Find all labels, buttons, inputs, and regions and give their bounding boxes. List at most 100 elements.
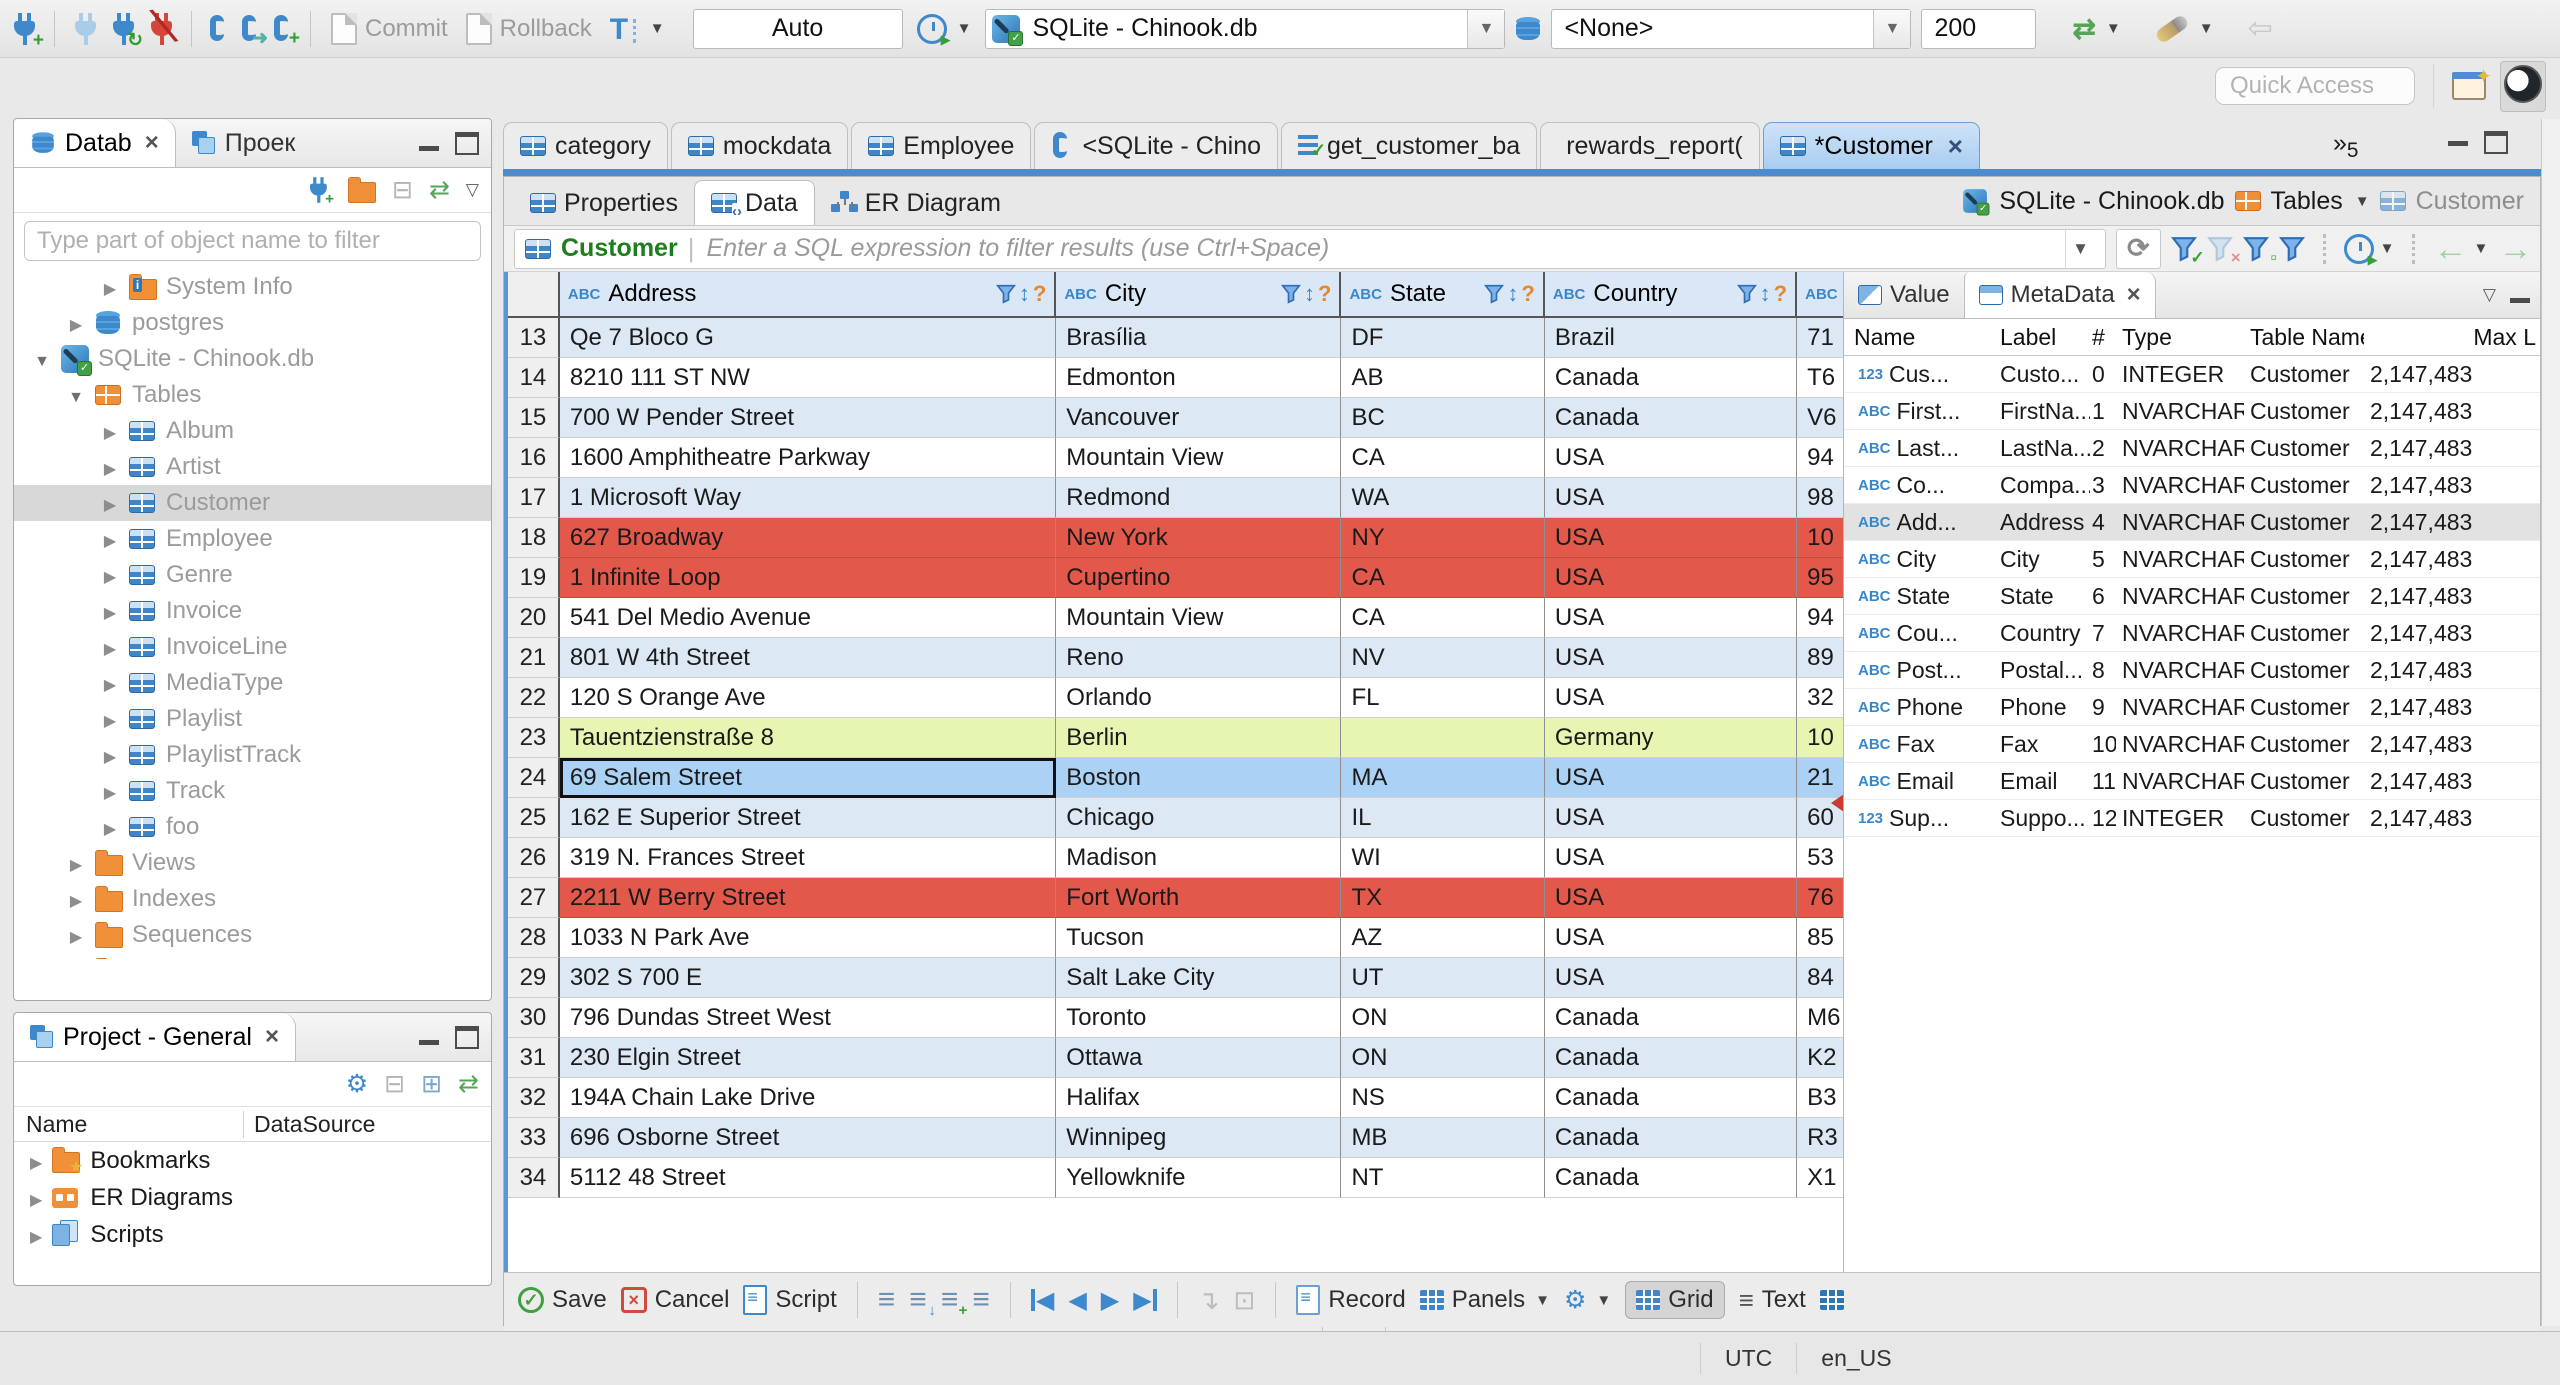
metadata-row[interactable]: ABC State State 6 NVARCHAR Customer 2,147… (1844, 578, 2540, 615)
collapse-all-icon[interactable]: ⊟ (392, 175, 413, 205)
compare-button[interactable]: ▼ (2151, 13, 2218, 44)
fetch-add-rows-icon[interactable]: ≡ + (941, 1285, 968, 1319)
open-sql-script-icon[interactable]: ➜ (240, 14, 268, 48)
cell-country[interactable]: Brazil (1544, 318, 1798, 358)
cell-state[interactable]: ON (1341, 1038, 1545, 1078)
cell-address[interactable]: Tauentzienstraße 8 (559, 718, 1057, 758)
cell-postal[interactable]: 53 (1797, 838, 1844, 878)
link-with-editor-icon[interactable]: ⇄ (458, 1069, 479, 1099)
remove-filter-button[interactable]: × (2206, 236, 2241, 267)
first-row-button[interactable]: ◀ (1031, 1286, 1054, 1315)
cell-number[interactable]: 6 (2090, 583, 2116, 610)
cell-country[interactable]: USA (1544, 838, 1798, 878)
cell-country[interactable]: Canada (1544, 1038, 1798, 1078)
row-number[interactable]: 29 (508, 958, 560, 998)
dbeaver-perspective-button[interactable] (2500, 60, 2546, 112)
cell-number[interactable]: 2 (2090, 435, 2116, 462)
cell-city[interactable]: Winnipeg (1056, 1118, 1342, 1158)
window-scrollbar[interactable] (2541, 119, 2560, 1326)
cell-table-name[interactable]: Customer (2244, 694, 2364, 721)
maximize-icon[interactable] (2484, 131, 2508, 154)
cell-max-length[interactable]: 2,147,483 (2364, 805, 2540, 832)
tree-item[interactable]: Invoice (14, 593, 491, 629)
column-header-state[interactable]: ABC State ↕? (1341, 272, 1545, 316)
row-number[interactable]: 18 (508, 518, 560, 558)
tab-project-general[interactable]: Project - General × (14, 1013, 296, 1061)
nav-back-button[interactable]: ← ▼ (2433, 232, 2488, 266)
expander-icon[interactable] (100, 561, 120, 589)
row-number[interactable]: 34 (508, 1158, 560, 1198)
cell-max-length[interactable]: 2,147,483 (2364, 472, 2540, 499)
cell-name[interactable]: ABC City (1844, 546, 1994, 573)
cell-postal[interactable]: T6 (1797, 358, 1844, 398)
cell-city[interactable]: Orlando (1056, 678, 1342, 718)
disconnect-icon[interactable]: ╲ (147, 8, 176, 46)
script-button[interactable]: Script (743, 1285, 837, 1315)
metadata-row[interactable]: ABC City City 5 NVARCHAR Customer 2,147,4… (1844, 541, 2540, 578)
cell-country[interactable]: Germany (1544, 718, 1798, 758)
metadata-row[interactable]: ABC Email Email 11 NVARCHAR Customer 2,14… (1844, 763, 2540, 800)
table-row[interactable]: 19 1 Infinite Loop Cupertino CA USA 95 (508, 558, 1844, 598)
auto-refresh-button[interactable]: ▼ (2343, 233, 2394, 268)
cell-country[interactable]: USA (1544, 598, 1798, 638)
column-header-datasource[interactable]: DataSource (244, 1111, 375, 1138)
cell-country[interactable]: Canada (1544, 358, 1798, 398)
row-number[interactable]: 14 (508, 358, 560, 398)
cell-type[interactable]: NVARCHAR (2116, 583, 2244, 610)
schema-dropdown-button[interactable]: ▼ (1873, 9, 1911, 48)
cell-postal[interactable]: V6 (1797, 398, 1844, 438)
cell-number[interactable]: 8 (2090, 657, 2116, 684)
commit-mode-combo[interactable]: Auto (692, 8, 903, 49)
row-number[interactable]: 16 (508, 438, 560, 478)
save-filter-button[interactable]: ▫ (2242, 236, 2277, 267)
row-number[interactable]: 19 (508, 558, 560, 598)
cell-max-length[interactable]: 2,147,483 (2364, 583, 2540, 610)
row-number[interactable]: 13 (508, 318, 560, 358)
table-row[interactable]: 14 8210 111 ST NW Edmonton AB Canada T6 (508, 358, 1844, 398)
connection-dropdown-button[interactable]: ▼ (1467, 9, 1505, 48)
cell-postal[interactable]: X1 (1797, 1158, 1844, 1198)
row-number[interactable]: 31 (508, 1038, 560, 1078)
cell-label[interactable]: FirstNa... (1994, 398, 2090, 425)
close-icon[interactable]: × (265, 1023, 279, 1051)
table-row[interactable]: 22 120 S Orange Ave Orlando FL USA 32 (508, 678, 1844, 718)
table-row[interactable]: 31 230 Elgin Street Ottawa ON Canada K2 (508, 1038, 1844, 1078)
close-icon[interactable]: × (2127, 281, 2141, 309)
cell-country[interactable]: USA (1544, 878, 1798, 918)
metadata-row[interactable]: ABC Fax Fax 10 NVARCHAR Customer 2,147,48… (1844, 726, 2540, 763)
cell-city[interactable]: Mountain View (1056, 438, 1342, 478)
minimize-icon[interactable] (419, 1039, 439, 1045)
metadata-row[interactable]: ABC Last... LastNa... 2 NVARCHAR Customer… (1844, 430, 2540, 467)
cell-state[interactable]: BC (1341, 398, 1545, 438)
cell-name[interactable]: ABC Phone (1844, 694, 1994, 721)
column-header-name[interactable]: Name (14, 1110, 244, 1138)
cell-state[interactable]: AB (1341, 358, 1545, 398)
cell-name[interactable]: ABC Email (1844, 768, 1994, 795)
expander-icon[interactable] (100, 669, 120, 697)
expander-icon[interactable] (100, 633, 120, 661)
cell-max-length[interactable]: 2,147,483 (2364, 768, 2540, 795)
cell-type[interactable]: NVARCHAR (2116, 472, 2244, 499)
expander-icon[interactable] (100, 777, 120, 805)
metadata-row[interactable]: ABC Post... Postal... 8 NVARCHAR Customer… (1844, 652, 2540, 689)
refresh-button[interactable]: ⟳ (2116, 228, 2161, 269)
cell-postal[interactable]: R3 (1797, 1118, 1844, 1158)
row-number[interactable]: 21 (508, 638, 560, 678)
expander-icon[interactable] (66, 957, 86, 959)
cell-country[interactable]: USA (1544, 518, 1798, 558)
cell-address[interactable]: 627 Broadway (559, 518, 1057, 558)
row-number[interactable]: 26 (508, 838, 560, 878)
expander-icon[interactable] (66, 849, 86, 877)
row-number[interactable]: 20 (508, 598, 560, 638)
cell-postal[interactable]: 94 (1797, 598, 1844, 638)
metadata-row[interactable]: ABC First... FirstNa... 1 NVARCHAR Custom… (1844, 393, 2540, 430)
table-row[interactable]: 23 Tauentzienstraße 8 Berlin Germany 10 (508, 718, 1844, 758)
cell-state[interactable]: NV (1341, 638, 1545, 678)
tab-project-explorer[interactable]: Проек (176, 119, 312, 167)
cell-address[interactable]: 230 Elgin Street (559, 1038, 1057, 1078)
cell-address[interactable]: 1033 N Park Ave (559, 918, 1057, 958)
cell-state[interactable]: AZ (1341, 918, 1545, 958)
cell-label[interactable]: Suppo... (1994, 805, 2090, 832)
table-row[interactable]: 21 801 W 4th Street Reno NV USA 89 (508, 638, 1844, 678)
cell-country[interactable]: USA (1544, 798, 1798, 838)
